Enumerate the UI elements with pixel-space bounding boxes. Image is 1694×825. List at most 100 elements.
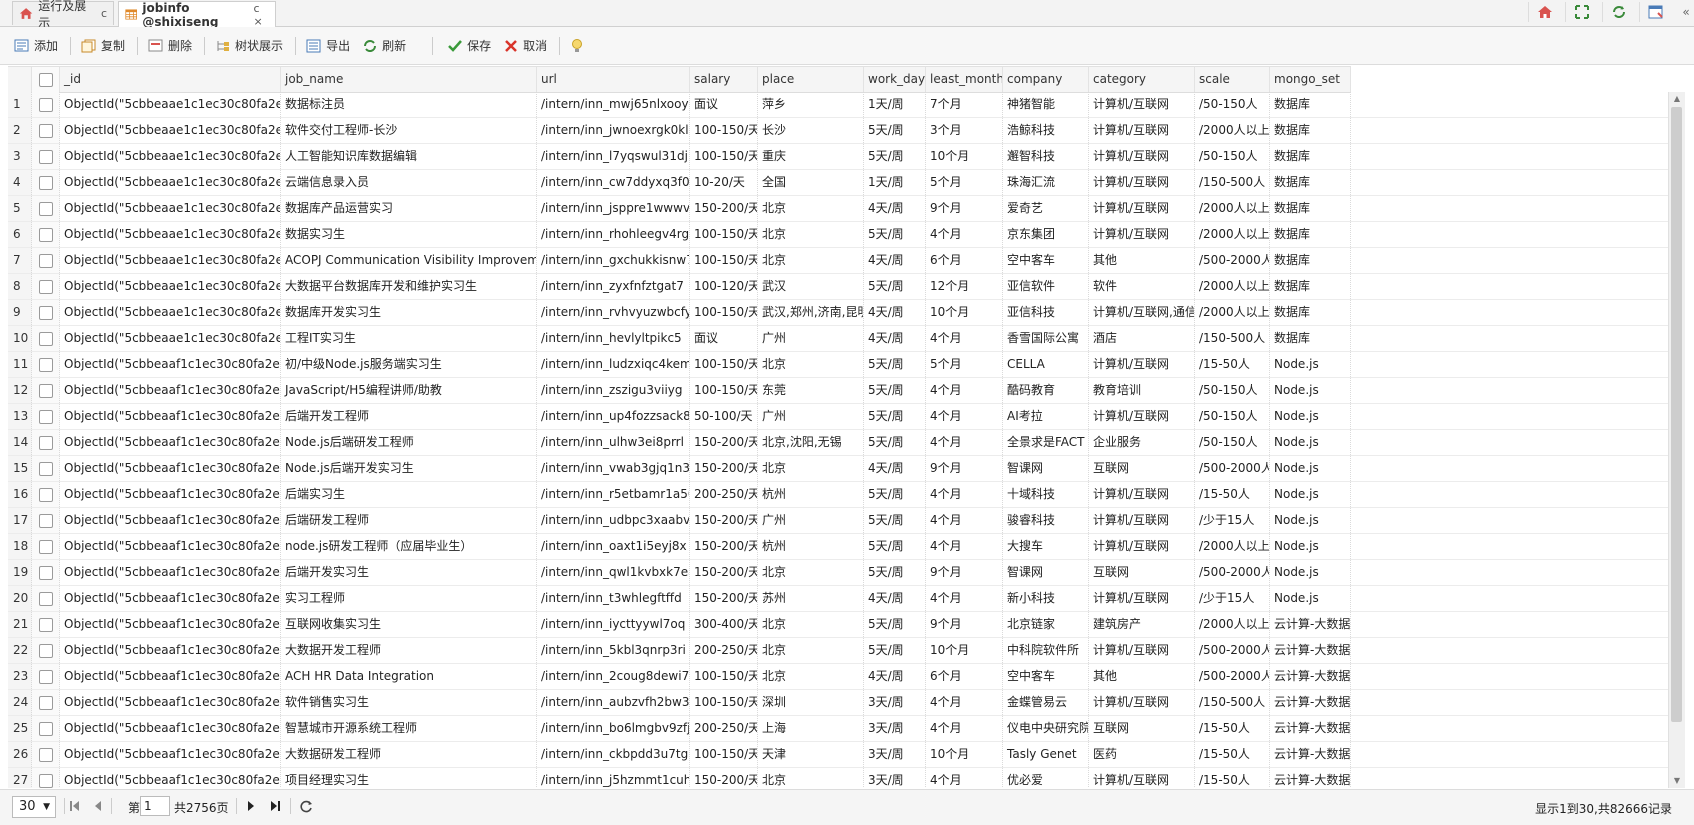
delete-button[interactable]: 删除	[148, 37, 192, 54]
row-checkbox[interactable]	[32, 274, 60, 299]
row-checkbox[interactable]	[32, 508, 60, 533]
cell-scale[interactable]: /500-2000人	[1195, 456, 1270, 481]
cell-work-day[interactable]: 5天/周	[864, 404, 926, 429]
cell-mongo-set[interactable]: 云计算-大数据	[1270, 664, 1351, 689]
cell-mongo-set[interactable]: 云计算-大数据	[1270, 612, 1351, 637]
row-checkbox[interactable]	[32, 768, 60, 788]
cell-id[interactable]: ObjectId("5cbbeaae1c1ec30c80fa2e67")	[60, 274, 281, 299]
cell-url[interactable]: /intern/inn_rhohleegv4rg	[537, 222, 690, 247]
row-checkbox[interactable]	[32, 612, 60, 637]
cell-company[interactable]: Tasly Genet	[1003, 742, 1089, 767]
table-row[interactable]: 2 ObjectId("5cbbeaae1c1ec30c80fa2e61")软件交…	[8, 118, 1668, 144]
cell-scale[interactable]: /2000人以上	[1195, 118, 1270, 143]
scroll-up-icon[interactable]: ▲	[1672, 94, 1682, 104]
copy-button[interactable]: 复制	[81, 37, 125, 54]
cell-category[interactable]: 计算机/互联网	[1089, 118, 1195, 143]
select-all-checkbox[interactable]	[32, 67, 60, 92]
row-checkbox[interactable]	[32, 170, 60, 195]
cell-category[interactable]: 计算机/互联网	[1089, 352, 1195, 377]
cell-job-name[interactable]: 大数据开发工程师	[281, 638, 537, 663]
cell-job-name[interactable]: JavaScript/H5编程讲师/助教	[281, 378, 537, 403]
cell-least-month[interactable]: 4个月	[926, 690, 1003, 715]
cell-mongo-set[interactable]: Node.js	[1270, 508, 1351, 533]
cell-company[interactable]: 亚信软件	[1003, 274, 1089, 299]
cell-least-month[interactable]: 4个月	[926, 222, 1003, 247]
row-checkbox[interactable]	[32, 404, 60, 429]
save-button[interactable]: 保存	[447, 37, 491, 54]
table-row[interactable]: 12 ObjectId("5cbbeaaf1c1ec30c80fa2e6b")Ja…	[8, 378, 1668, 404]
cell-scale[interactable]: /50-150人	[1195, 430, 1270, 455]
cell-mongo-set[interactable]: 云计算-大数据	[1270, 638, 1351, 663]
cell-place[interactable]: 广州	[758, 404, 864, 429]
cell-company[interactable]: 神猪智能	[1003, 92, 1089, 117]
cell-job-name[interactable]: node.js研发工程师（应届毕业生）	[281, 534, 537, 559]
cell-company[interactable]: 骏睿科技	[1003, 508, 1089, 533]
cell-work-day[interactable]: 5天/周	[864, 482, 926, 507]
cell-place[interactable]: 北京	[758, 352, 864, 377]
cell-work-day[interactable]: 3天/周	[864, 690, 926, 715]
cell-least-month[interactable]: 9个月	[926, 612, 1003, 637]
cell-work-day[interactable]: 4天/周	[864, 196, 926, 221]
cell-place[interactable]: 深圳	[758, 690, 864, 715]
cell-scale[interactable]: /50-150人	[1195, 144, 1270, 169]
cell-place[interactable]: 北京	[758, 612, 864, 637]
cell-scale[interactable]: /2000人以上	[1195, 612, 1270, 637]
cell-category[interactable]: 其他	[1089, 248, 1195, 273]
table-row[interactable]: 15 ObjectId("5cbbeaaf1c1ec30c80fa2e6e") No…	[8, 456, 1668, 482]
cell-category[interactable]: 计算机/互联网	[1089, 690, 1195, 715]
cell-url[interactable]: /intern/inn_bo6lmgbv9zfj	[537, 716, 690, 741]
cell-url[interactable]: /intern/inn_t3whlegftffd	[537, 586, 690, 611]
row-checkbox[interactable]	[32, 638, 60, 663]
row-checkbox[interactable]	[32, 742, 60, 767]
cell-company[interactable]: 爱奇艺	[1003, 196, 1089, 221]
cell-job-name[interactable]: 初/中级Node.js服务端实习生	[281, 352, 537, 377]
cell-url[interactable]: /intern/inn_udbpc3xaabvk	[537, 508, 690, 533]
cell-place[interactable]: 天津	[758, 742, 864, 767]
column-header-category[interactable]: category	[1089, 67, 1195, 92]
cell-least-month[interactable]: 9个月	[926, 456, 1003, 481]
cell-category[interactable]: 互联网	[1089, 456, 1195, 481]
cell-mongo-set[interactable]: 数据库	[1270, 196, 1351, 221]
table-row[interactable]: 11 ObjectId("5cbbeaaf1c1ec30c80fa2e6a") 初/…	[8, 352, 1668, 378]
cell-place[interactable]: 上海	[758, 716, 864, 741]
cell-url[interactable]: /intern/inn_gxchukkisnw7	[537, 248, 690, 273]
cell-least-month[interactable]: 4个月	[926, 534, 1003, 559]
cell-url[interactable]: /intern/inn_mwj65nlxooyz	[537, 92, 690, 117]
tip-button[interactable]	[570, 38, 588, 54]
cell-id[interactable]: ObjectId("5cbbeaaf1c1ec30c80fa2e7a")	[60, 768, 281, 788]
add-button[interactable]: 添加	[14, 37, 58, 54]
table-row[interactable]: 4 ObjectId("5cbbeaae1c1ec30c80fa2e63")云端信…	[8, 170, 1668, 196]
cell-work-day[interactable]: 3天/周	[864, 742, 926, 767]
cell-url[interactable]: /intern/inn_oaxt1i5eyj8x	[537, 534, 690, 559]
cell-id[interactable]: ObjectId("5cbbeaae1c1ec30c80fa2e61")	[60, 118, 281, 143]
cell-work-day[interactable]: 3天/周	[864, 716, 926, 741]
cell-mongo-set[interactable]: Node.js	[1270, 404, 1351, 429]
cell-url[interactable]: /intern/inn_rvhvyuzwbcfy	[537, 300, 690, 325]
cell-job-name[interactable]: 大数据平台数据库开发和维护实习生	[281, 274, 537, 299]
row-checkbox[interactable]	[32, 92, 60, 117]
cell-mongo-set[interactable]: Node.js	[1270, 560, 1351, 585]
cell-salary[interactable]: 100-150/天	[690, 222, 758, 247]
table-row[interactable]: 24 ObjectId("5cbbeaaf1c1ec30c80fa2e77")软件…	[8, 690, 1668, 716]
cell-work-day[interactable]: 5天/周	[864, 144, 926, 169]
cell-least-month[interactable]: 6个月	[926, 248, 1003, 273]
cell-work-day[interactable]: 5天/周	[864, 508, 926, 533]
cell-category[interactable]: 计算机/互联网,通信	[1089, 300, 1195, 325]
cell-salary[interactable]: 10-20/天	[690, 170, 758, 195]
row-checkbox[interactable]	[32, 352, 60, 377]
cell-id[interactable]: ObjectId("5cbbeaaf1c1ec30c80fa2e6a")	[60, 352, 281, 377]
cell-work-day[interactable]: 4天/周	[864, 326, 926, 351]
table-row[interactable]: 1 ObjectId("5cbbeaae1c1ec30c80fa2e60")数据标…	[8, 92, 1668, 118]
cell-place[interactable]: 北京	[758, 560, 864, 585]
cell-id[interactable]: ObjectId("5cbbeaaf1c1ec30c80fa2e6b")	[60, 378, 281, 403]
cell-place[interactable]: 北京,沈阳,无锡	[758, 430, 864, 455]
cell-scale[interactable]: /2000人以上	[1195, 222, 1270, 247]
cell-company[interactable]: 香雪国际公寓	[1003, 326, 1089, 351]
cell-work-day[interactable]: 5天/周	[864, 118, 926, 143]
cell-category[interactable]: 计算机/互联网	[1089, 508, 1195, 533]
reload-icon[interactable]	[299, 799, 313, 813]
prev-page-icon[interactable]	[91, 799, 105, 813]
column-header-scale[interactable]: scale	[1195, 67, 1270, 92]
cell-id[interactable]: ObjectId("5cbbeaaf1c1ec30c80fa2e75")	[60, 638, 281, 663]
table-row[interactable]: 25 ObjectId("5cbbeaaf1c1ec30c80fa2e78")智慧…	[8, 716, 1668, 742]
